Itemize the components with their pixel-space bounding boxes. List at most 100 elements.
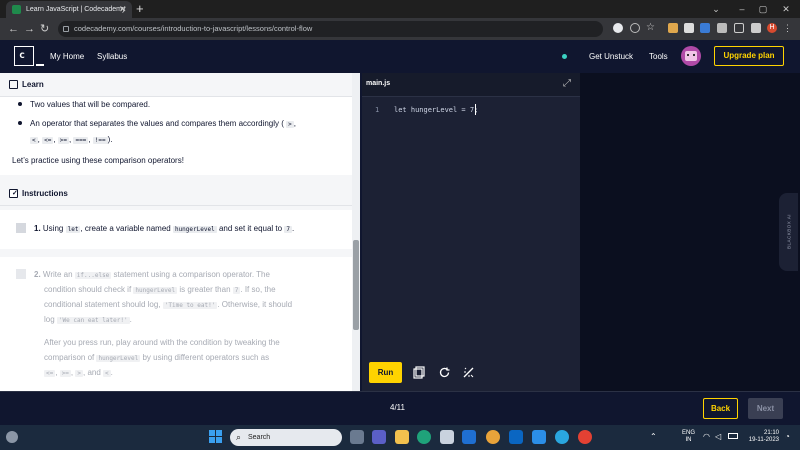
upgrade-plan-button[interactable]: Upgrade plan — [714, 46, 784, 66]
my-home-link[interactable]: My Home — [50, 52, 84, 61]
window-maximize-button[interactable]: ▢ — [753, 1, 773, 17]
operator-code: >= — [57, 137, 69, 144]
time-text: 21:10 — [763, 430, 779, 436]
step-text: condition should check if — [44, 285, 132, 294]
address-bar[interactable]: codecademy.com/courses/introduction-to-j… — [58, 21, 603, 37]
edge-icon[interactable] — [417, 430, 431, 444]
step-text: . Otherwise, it should — [217, 300, 293, 309]
codecademy-favicon-icon — [12, 5, 21, 14]
lesson-panel: Learn Two values that will be compared. … — [0, 73, 352, 391]
language-code: ENG — [682, 430, 696, 436]
learn-section-header[interactable]: Learn — [0, 73, 352, 97]
line-number: 1 — [375, 106, 380, 114]
get-unstuck-link[interactable]: Get Unstuck — [589, 52, 633, 61]
bullet-icon — [18, 102, 22, 106]
step-2-text: log 'We can eat later!'. — [44, 312, 344, 328]
syllabus-link[interactable]: Syllabus — [97, 52, 127, 61]
weather-icon[interactable] — [6, 431, 18, 443]
puzzle-icon[interactable] — [717, 23, 727, 33]
refresh-icon[interactable] — [438, 366, 451, 383]
volume-icon[interactable]: ◁ — [715, 432, 721, 441]
vscode-icon[interactable] — [532, 430, 546, 444]
operator-code: > — [286, 121, 294, 128]
back-arrow-icon[interactable]: ← — [8, 20, 19, 38]
inline-code: 7 — [284, 226, 292, 233]
forward-arrow-icon[interactable]: → — [24, 20, 35, 38]
step-text: Write an — [42, 270, 73, 279]
extension-icon[interactable] — [668, 23, 678, 33]
linkedin-icon[interactable] — [509, 430, 523, 444]
tab-list-chevron-icon[interactable]: ⌄ — [706, 1, 726, 17]
window-minimize-button[interactable]: – — [732, 1, 752, 17]
blackbox-ai-sidebar-tab[interactable]: BLACKBOX AI — [779, 193, 798, 271]
sidepanel-icon[interactable] — [734, 23, 744, 33]
back-button[interactable]: Back — [703, 398, 738, 419]
magic-wand-icon[interactable] — [462, 366, 475, 383]
file-tab[interactable]: main.js — [366, 80, 390, 87]
scrollbar-thumb[interactable] — [353, 240, 359, 330]
code-editor[interactable] — [362, 73, 580, 391]
step-text: . If so, the — [240, 285, 276, 294]
reload-icon[interactable]: ↻ — [40, 20, 49, 38]
avatar[interactable] — [681, 46, 701, 66]
inline-code: <= — [44, 370, 56, 377]
tools-link[interactable]: Tools — [649, 52, 668, 61]
extension-n-icon[interactable] — [684, 23, 694, 33]
lesson-scrollbar[interactable] — [352, 73, 360, 391]
store-icon[interactable] — [440, 430, 454, 444]
wifi-icon[interactable]: ◠ — [703, 432, 710, 441]
tab-close-icon[interactable]: ✕ — [119, 1, 127, 18]
file-explorer-icon[interactable] — [395, 430, 409, 444]
step-text: by using different operators such as — [142, 353, 270, 362]
step-2-checkbox[interactable] — [16, 269, 26, 279]
step-text: is greater than — [179, 285, 231, 294]
next-button[interactable]: Next — [748, 398, 783, 419]
operator-code: <= — [42, 137, 54, 144]
code-line[interactable]: let hungerLevel = 7; — [394, 106, 478, 114]
bullet-icon — [18, 121, 22, 125]
date-text: 19-11-2023 — [748, 437, 779, 443]
run-button[interactable]: Run — [369, 362, 402, 383]
menu-kebab-icon[interactable]: ⋮ — [783, 23, 793, 33]
star-icon[interactable]: ☆ — [646, 23, 656, 33]
extension-blue-icon[interactable] — [700, 23, 710, 33]
divider — [0, 206, 352, 210]
window-close-button[interactable]: ✕ — [776, 1, 796, 17]
inline-code: hungerLevel — [96, 355, 141, 362]
share-icon[interactable] — [630, 23, 640, 33]
step-2-text: 2. Write an if...else statement using a … — [34, 267, 344, 283]
blackbox-ai-label: BLACKBOX AI — [786, 214, 792, 250]
step-text: conditional statement should log, — [44, 300, 161, 309]
step-number: 2. — [34, 270, 41, 279]
profile-avatar[interactable]: H — [767, 23, 777, 33]
step-1-checkbox[interactable] — [16, 223, 26, 233]
lock-icon — [63, 26, 69, 32]
telegram-icon[interactable] — [555, 430, 569, 444]
step-text: statement using a comparison operator. T… — [113, 270, 270, 279]
teams-icon[interactable] — [372, 430, 386, 444]
browser-tab[interactable]: Learn JavaScript | Codecademy ✕ — [6, 1, 132, 18]
instructions-section-header[interactable]: ✓ Instructions — [0, 182, 352, 206]
download-icon[interactable] — [751, 23, 761, 33]
inline-code: hungerLevel — [133, 287, 178, 294]
app-round-icon[interactable] — [486, 430, 500, 444]
notification-icon[interactable]: ◔ — [785, 432, 790, 441]
step-text: . — [110, 368, 113, 377]
google-icon[interactable] — [613, 23, 623, 33]
windows-start-icon[interactable] — [209, 430, 222, 443]
step-text: , create a variable named — [80, 224, 171, 233]
chevron-up-icon[interactable]: ⌃ — [650, 432, 657, 441]
copy-icon[interactable] — [413, 366, 425, 383]
task-view-icon[interactable] — [350, 430, 364, 444]
taskbar-search[interactable]: ⌕ Search — [230, 429, 342, 446]
chrome-icon[interactable] — [578, 430, 592, 444]
codecademy-logo[interactable]: c — [14, 46, 44, 66]
new-tab-button[interactable]: + — [136, 1, 144, 17]
inline-code: let — [65, 226, 81, 233]
clock[interactable]: 21:10 19-11-2023 — [745, 430, 779, 444]
battery-icon[interactable] — [728, 433, 738, 439]
app-icon[interactable] — [462, 430, 476, 444]
lesson-progress[interactable]: 4/11 — [390, 403, 405, 412]
expand-icon[interactable]: ⤢ — [563, 79, 573, 89]
language-indicator[interactable]: ENG IN — [682, 430, 695, 444]
